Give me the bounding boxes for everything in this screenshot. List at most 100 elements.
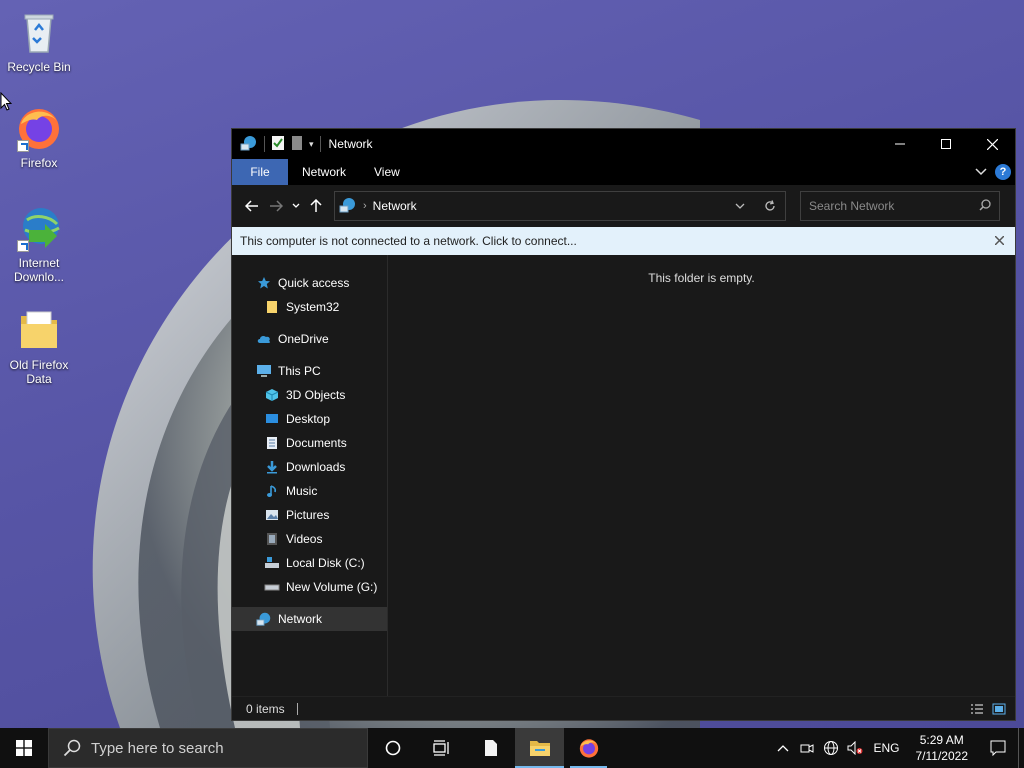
nav-item-system32[interactable]: System32 — [232, 295, 387, 319]
nav-item-desktop[interactable]: Desktop — [232, 407, 387, 431]
taskbar-apps — [368, 728, 613, 768]
back-button[interactable] — [240, 194, 264, 218]
desktop-icon-old-firefox-data[interactable]: Old Firefox Data — [2, 306, 76, 386]
taskbar-file-explorer-button[interactable] — [515, 728, 564, 768]
nav-item-local-disk-c[interactable]: Local Disk (C:) — [232, 551, 387, 575]
network-icon — [240, 135, 258, 154]
nav-item-downloads[interactable]: Downloads — [232, 455, 387, 479]
star-icon — [256, 275, 272, 291]
address-bar[interactable]: › Network — [334, 191, 786, 221]
navigation-pane[interactable]: Quick access System32 OneDrive This PC 3… — [232, 255, 388, 696]
computer-icon — [256, 363, 272, 379]
search-box[interactable] — [800, 191, 1000, 221]
chevron-down-icon — [735, 203, 745, 209]
help-button[interactable]: ? — [995, 164, 1011, 180]
toolbar-separator — [264, 136, 265, 152]
minimize-button[interactable] — [877, 129, 923, 159]
input-language-indicator[interactable]: ENG — [867, 741, 905, 755]
tab-view[interactable]: View — [360, 159, 414, 185]
infobar-message[interactable]: This computer is not connected to a netw… — [240, 234, 577, 248]
clock-time: 5:29 AM — [919, 733, 964, 747]
nav-item-new-volume-g[interactable]: New Volume (G:) — [232, 575, 387, 599]
refresh-button[interactable] — [755, 192, 785, 220]
globe-network-icon — [824, 741, 839, 755]
show-desktop-button[interactable] — [1018, 728, 1024, 768]
tab-network[interactable]: Network — [288, 159, 360, 185]
shortcut-arrow-icon — [17, 140, 29, 152]
cloud-icon — [256, 331, 272, 347]
large-icons-view-button[interactable] — [991, 702, 1007, 716]
meet-now-button[interactable] — [795, 728, 819, 768]
breadcrumb-network[interactable]: Network — [373, 199, 417, 213]
cortana-button[interactable] — [368, 728, 417, 768]
desktop-icon-recycle-bin[interactable]: Recycle Bin — [2, 8, 76, 74]
cube-icon — [264, 387, 280, 403]
windows-logo-icon — [16, 740, 32, 756]
new-folder-icon[interactable] — [291, 135, 303, 154]
download-icon — [264, 459, 280, 475]
nav-item-onedrive[interactable]: OneDrive — [232, 327, 387, 351]
nav-item-pictures[interactable]: Pictures — [232, 503, 387, 527]
clock-date: 7/11/2022 — [915, 749, 969, 763]
close-button[interactable] — [969, 129, 1015, 159]
refresh-icon — [765, 200, 775, 211]
mouse-cursor-icon — [0, 91, 13, 115]
show-hidden-icons-button[interactable] — [771, 728, 795, 768]
nav-item-music[interactable]: Music — [232, 479, 387, 503]
video-icon — [264, 531, 280, 547]
task-view-button[interactable] — [417, 728, 466, 768]
ribbon-tabs: File Network View ? — [232, 159, 1015, 185]
item-count: 0 items — [246, 701, 285, 716]
taskbar-firefox-button[interactable] — [564, 728, 613, 768]
file-list-pane[interactable]: This folder is empty. — [388, 255, 1015, 696]
address-bar-controls — [725, 192, 785, 220]
tab-file[interactable]: File — [232, 159, 288, 185]
file-explorer-window: ▾ Network File Network View ? › Network … — [231, 128, 1016, 721]
nav-item-3d-objects[interactable]: 3D Objects — [232, 383, 387, 407]
taskbar: ENG 5:29 AM 7/11/2022 — [0, 728, 1024, 768]
taskbar-search-input[interactable] — [91, 739, 351, 757]
properties-icon[interactable] — [271, 135, 285, 154]
task-view-icon — [432, 740, 449, 756]
address-history-dropdown[interactable] — [725, 192, 755, 220]
expand-ribbon-chevron-icon[interactable] — [975, 165, 987, 179]
taskbar-search-box[interactable] — [48, 728, 368, 768]
internet-download-manager-icon — [15, 204, 63, 252]
clock[interactable]: 5:29 AM 7/11/2022 — [906, 732, 979, 764]
folder-icon — [15, 306, 63, 354]
firefox-icon — [579, 739, 598, 758]
folder-icon — [264, 299, 280, 315]
network-status-button[interactable] — [819, 728, 843, 768]
details-view-icon — [971, 703, 983, 714]
search-input[interactable] — [809, 199, 979, 213]
network-discovery-infobar[interactable]: This computer is not connected to a netw… — [232, 227, 1015, 255]
infobar-close-button[interactable] — [983, 234, 1015, 248]
toolbar-separator — [319, 136, 321, 152]
nav-item-quick-access[interactable]: Quick access — [232, 271, 387, 295]
recycle-bin-icon — [15, 8, 63, 56]
nav-item-documents[interactable]: Documents — [232, 431, 387, 455]
action-center-button[interactable] — [978, 728, 1018, 768]
breadcrumb-chevron-icon[interactable]: › — [363, 200, 367, 212]
desktop-icon-firefox[interactable]: Firefox — [2, 104, 76, 170]
taskbar-notepad-button[interactable] — [466, 728, 515, 768]
nav-item-videos[interactable]: Videos — [232, 527, 387, 551]
volume-button[interactable] — [843, 728, 867, 768]
customize-toolbar-chevron-icon[interactable]: ▾ — [309, 139, 314, 150]
forward-button[interactable] — [264, 194, 288, 218]
title-bar[interactable]: ▾ Network — [232, 129, 1015, 159]
recent-locations-button[interactable] — [288, 194, 304, 218]
picture-icon — [264, 507, 280, 523]
nav-item-this-pc[interactable]: This PC — [232, 359, 387, 383]
desktop-icon-internet-download-manager[interactable]: Internet Downlo... — [2, 204, 76, 284]
up-button[interactable] — [304, 194, 328, 218]
firefox-icon — [15, 104, 63, 152]
document-icon — [264, 435, 280, 451]
window-title: Network — [328, 137, 373, 151]
details-view-button[interactable] — [969, 702, 985, 716]
meet-now-icon — [800, 744, 814, 753]
maximize-button[interactable] — [923, 129, 969, 159]
navigation-bar: › Network — [232, 185, 1015, 227]
start-button[interactable] — [0, 728, 48, 768]
nav-item-network[interactable]: Network — [232, 607, 387, 631]
